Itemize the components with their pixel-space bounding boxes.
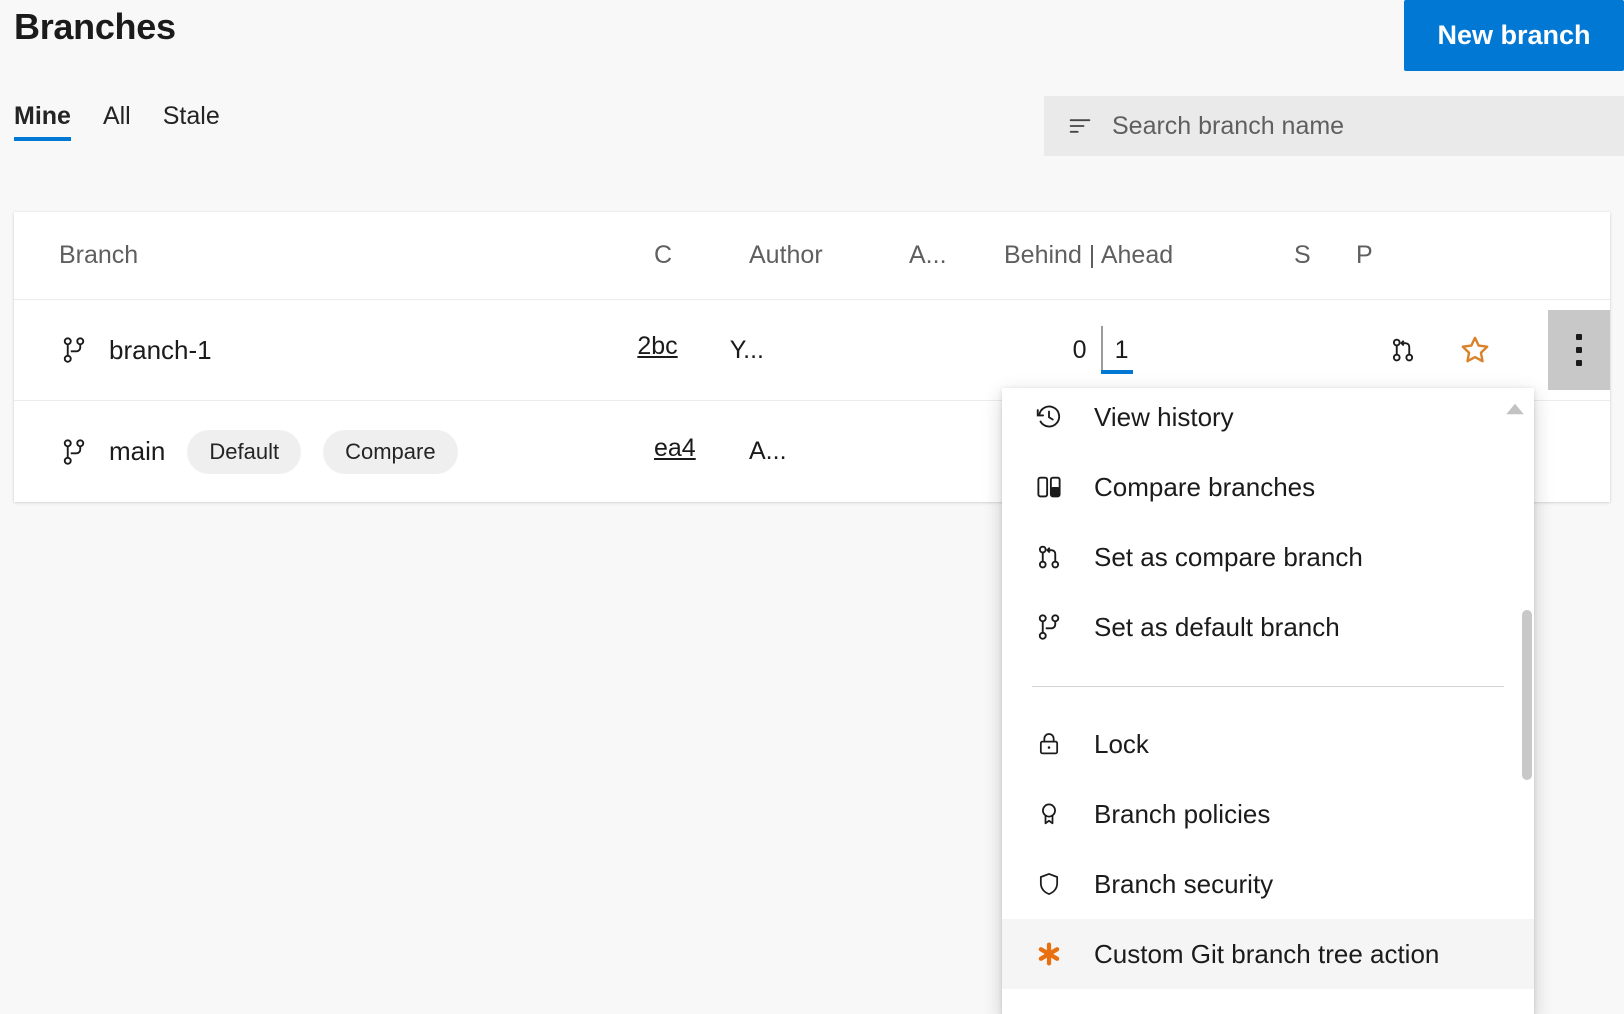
- ribbon-icon: [1032, 797, 1066, 831]
- set-as-compare-branch-icon[interactable]: [1380, 327, 1426, 373]
- menu-item-set-as-compare-branch[interactable]: Set as compare branch: [1002, 522, 1534, 592]
- commit-cell: ea4: [654, 434, 749, 470]
- menu-clip-mask: [1002, 388, 1534, 394]
- shield-icon: [1032, 867, 1066, 901]
- scroll-up-icon[interactable]: [1504, 402, 1526, 416]
- table-row[interactable]: branch-1 2bc Y... 0 1: [14, 300, 1610, 401]
- tab-stale[interactable]: Stale: [163, 104, 220, 159]
- set-as-compare-branch-icon: [1032, 540, 1066, 574]
- tab-all[interactable]: All: [103, 104, 131, 159]
- history-icon: [1032, 400, 1066, 434]
- menu-item-branch-policies[interactable]: Branch policies: [1002, 779, 1534, 849]
- branch-icon: [1032, 610, 1066, 644]
- tab-mine[interactable]: Mine: [14, 104, 71, 159]
- column-header-branch-label: Branch: [59, 241, 138, 270]
- compare-branches-icon: [1032, 470, 1066, 504]
- menu-item-lock[interactable]: Lock: [1002, 709, 1534, 779]
- compare-badge: Compare: [323, 430, 457, 474]
- menu-item-view-history[interactable]: View history: [1002, 388, 1534, 452]
- column-header-authored-date[interactable]: A...: [909, 241, 1004, 270]
- menu-item-custom-git-branch-tree-action[interactable]: Custom Git branch tree action: [1002, 919, 1534, 989]
- commit-link[interactable]: ea4: [654, 434, 696, 463]
- menu-item-label: View history: [1094, 402, 1234, 433]
- column-header-behind-ahead[interactable]: Behind | Ahead: [1004, 241, 1294, 270]
- search-branch-box[interactable]: [1044, 96, 1624, 156]
- menu-item-label: Lock: [1094, 729, 1149, 760]
- branch-cell: main Default Compare: [14, 430, 654, 474]
- menu-item-label: Set as default branch: [1094, 612, 1340, 643]
- row-actions: [1380, 310, 1610, 390]
- star-icon[interactable]: [1452, 327, 1498, 373]
- search-input[interactable]: [1110, 111, 1622, 142]
- column-header-status[interactable]: S: [1294, 241, 1356, 270]
- column-header-author[interactable]: Author: [749, 241, 909, 270]
- default-badge: Default: [187, 430, 301, 474]
- column-header-pull-request[interactable]: P: [1356, 241, 1418, 270]
- branches-page: Branches New branch Mine All Stale Branc…: [0, 0, 1624, 1014]
- filter-icon: [1066, 112, 1094, 140]
- menu-separator: [1032, 686, 1504, 687]
- menu-item-label: Custom Git branch tree action: [1094, 939, 1439, 970]
- asterisk-icon: [1032, 937, 1066, 971]
- branch-icon: [59, 437, 89, 467]
- ahead-bar: [1101, 370, 1133, 374]
- menu-item-label: Branch security: [1094, 869, 1273, 900]
- column-header-branch[interactable]: Branch: [14, 241, 654, 270]
- branch-name[interactable]: branch-1: [109, 335, 212, 366]
- menu-item-compare-branches[interactable]: Compare branches: [1002, 452, 1534, 522]
- more-actions-icon: [1576, 334, 1582, 366]
- commit-cell: 2bc: [637, 332, 729, 368]
- table-header-row: Branch C Author A... Behind | Ahead S P: [14, 212, 1610, 300]
- menu-item-label: Set as compare branch: [1094, 542, 1363, 573]
- branch-icon: [59, 335, 89, 365]
- author-cell: A...: [749, 437, 909, 466]
- author-cell: Y...: [730, 336, 886, 365]
- branch-cell: branch-1: [14, 335, 637, 366]
- branch-name[interactable]: main: [109, 436, 165, 467]
- more-actions-button[interactable]: [1548, 310, 1610, 390]
- behind-count: 0: [1026, 336, 1101, 365]
- author-name: A...: [749, 437, 787, 465]
- menu-item-label: Branch policies: [1094, 799, 1270, 830]
- menu-scrollbar-thumb[interactable]: [1522, 610, 1532, 780]
- behind-ahead-gauge[interactable]: 0 1: [1026, 322, 1176, 378]
- page-title: Branches: [14, 6, 176, 48]
- new-branch-button[interactable]: New branch: [1404, 0, 1624, 71]
- gauge-divider: [1101, 326, 1103, 374]
- commit-link[interactable]: 2bc: [637, 332, 677, 361]
- menu-items: View history Compare branches: [1002, 388, 1534, 989]
- menu-item-set-as-default-branch[interactable]: Set as default branch: [1002, 592, 1534, 662]
- ahead-count: 1: [1101, 336, 1176, 365]
- column-header-commit[interactable]: C: [654, 241, 749, 270]
- lock-icon: [1032, 727, 1066, 761]
- branch-context-menu: View history Compare branches: [1002, 388, 1534, 1014]
- menu-item-label: Compare branches: [1094, 472, 1315, 503]
- branch-filter-tabs: Mine All Stale: [14, 104, 220, 159]
- behind-ahead-cell: 0 1: [978, 322, 1260, 378]
- menu-item-branch-security[interactable]: Branch security: [1002, 849, 1534, 919]
- author-name: Y...: [730, 336, 764, 364]
